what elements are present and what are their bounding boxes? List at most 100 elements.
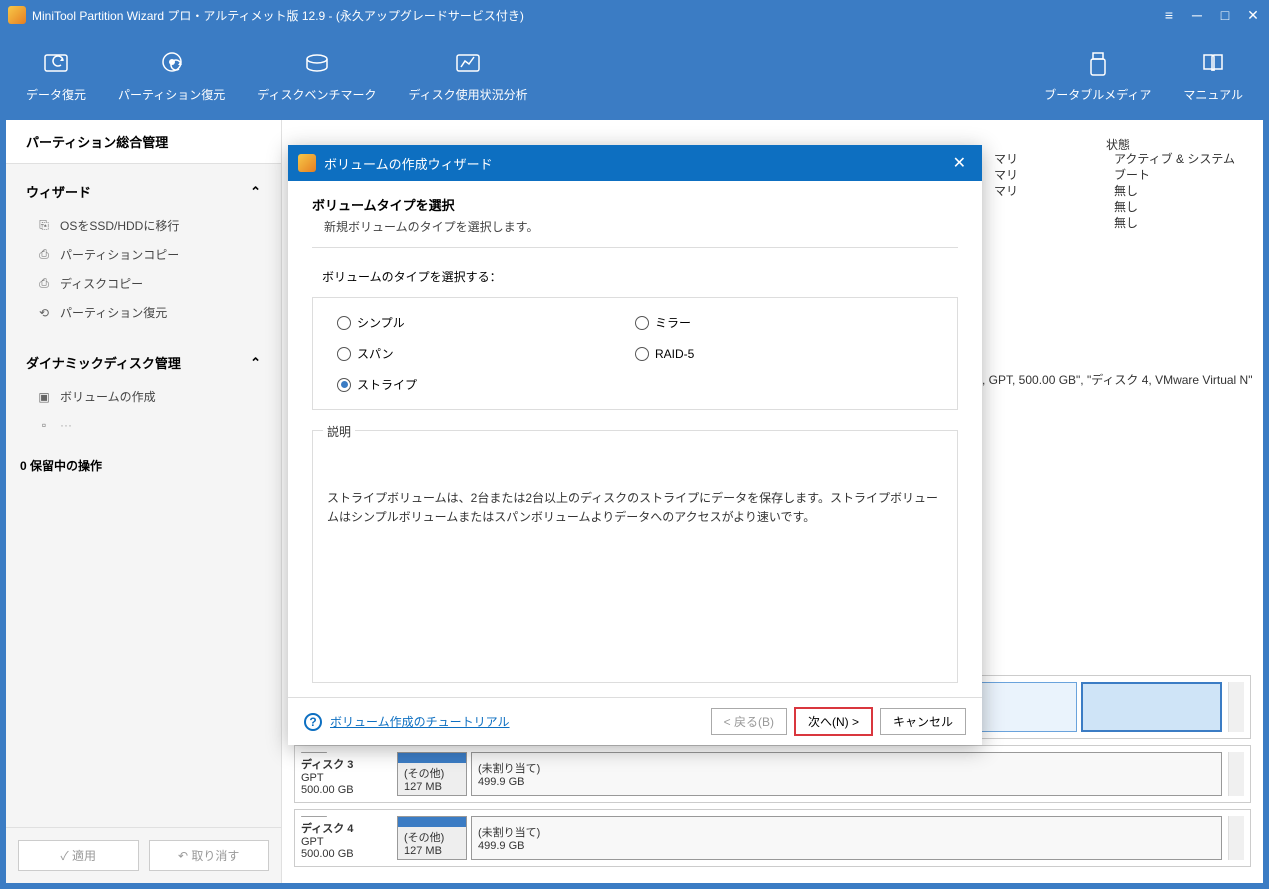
disk-card-4[interactable]: ディスク 4 GPT 500.00 GB (その他) 127 MB (未割り当て… bbox=[294, 809, 1251, 867]
wizard-title: ボリュームタイプを選択 bbox=[312, 195, 958, 214]
partition-label: (未割り当て) bbox=[478, 760, 1215, 776]
maximize-button[interactable]: □ bbox=[1217, 7, 1233, 23]
wizard-subtitle: 新規ボリュームのタイプを選択します。 bbox=[312, 218, 958, 235]
apply-button[interactable]: ✓ 適用 bbox=[18, 840, 139, 871]
radio-icon bbox=[635, 347, 649, 361]
migrate-icon: ⎘ bbox=[36, 218, 52, 234]
radio-span[interactable]: スパン bbox=[337, 345, 635, 362]
disk-type: GPT bbox=[301, 772, 391, 784]
scrollbar-vertical[interactable] bbox=[1228, 816, 1244, 860]
radio-icon-checked bbox=[337, 378, 351, 392]
tool-label: ディスク使用状況分析 bbox=[408, 86, 527, 103]
scrollbar-vertical[interactable] bbox=[1228, 682, 1244, 732]
radio-label: シンプル bbox=[357, 314, 405, 331]
partition-recovery-icon bbox=[156, 48, 188, 80]
radio-mirror[interactable]: ミラー bbox=[635, 314, 933, 331]
back-button[interactable]: < 戻る(B) bbox=[711, 708, 787, 735]
tab-partition-management[interactable]: パーティション総合管理 bbox=[6, 120, 281, 164]
disk-info-fragment: , GPT, 500.00 GB", "ディスク 4, VMware Virtu… bbox=[982, 365, 1252, 394]
dynamic-disk-section: ダイナミックディスク管理 ⌃ ▣ ボリュームの作成 ▫ ··· bbox=[6, 335, 281, 447]
partition-size: 127 MB bbox=[404, 845, 460, 857]
data-recovery-button[interactable]: データ復元 bbox=[10, 42, 102, 109]
radio-icon bbox=[337, 347, 351, 361]
cell-status: 無し bbox=[1114, 214, 1138, 231]
sidebar-item-label: パーティション復元 bbox=[60, 304, 167, 321]
next-button[interactable]: 次へ(N) > bbox=[795, 708, 872, 735]
radio-raid5[interactable]: RAID-5 bbox=[635, 345, 933, 362]
radio-label: ストライプ bbox=[357, 376, 417, 393]
disk-usage-button[interactable]: ディスク使用状況分析 bbox=[392, 42, 543, 109]
cancel-button[interactable]: キャンセル bbox=[880, 708, 966, 735]
disk-card-3[interactable]: ディスク 3 GPT 500.00 GB (その他) 127 MB (未割り当て… bbox=[294, 745, 1251, 803]
sidebar: パーティション総合管理 ウィザード ⌃ ⎘ OSをSSD/HDDに移行 ⎙ パー… bbox=[6, 120, 282, 883]
description-legend: 説明 bbox=[323, 425, 355, 439]
modal-footer: ? ボリューム作成のチュートリアル < 戻る(B) 次へ(N) > キャンセル bbox=[288, 697, 982, 745]
sidebar-item-label: ディスクコピー bbox=[60, 275, 143, 292]
radio-label: スパン bbox=[357, 345, 394, 362]
disk-benchmark-button[interactable]: ディスクベンチマーク bbox=[241, 42, 392, 109]
wizard-section-header[interactable]: ウィザード ⌃ bbox=[6, 172, 281, 211]
app-icon bbox=[8, 6, 26, 24]
chevron-up-icon: ⌃ bbox=[250, 355, 261, 371]
manual-button[interactable]: マニュアル bbox=[1167, 42, 1259, 109]
copy-icon: ⎙ bbox=[36, 247, 52, 263]
section-title-label: ダイナミックディスク管理 bbox=[26, 353, 181, 372]
scrollbar-vertical[interactable] bbox=[1228, 752, 1244, 796]
disk-size: 500.00 GB bbox=[301, 848, 391, 860]
partition-label: (未割り当て) bbox=[478, 824, 1215, 840]
book-icon bbox=[1197, 48, 1229, 80]
partition-block-unallocated[interactable]: (未割り当て) 499.9 GB bbox=[471, 816, 1222, 860]
disk-name: ディスク 4 bbox=[301, 820, 391, 836]
menu-icon[interactable]: ≡ bbox=[1161, 7, 1177, 23]
radio-stripe[interactable]: ストライプ bbox=[337, 376, 635, 393]
description-group: 説明 ストライプボリュームは、2台または2台以上のディスクのストライプにデータを… bbox=[312, 430, 958, 683]
disk-benchmark-icon bbox=[301, 48, 333, 80]
partition-block-selected[interactable] bbox=[1081, 682, 1222, 732]
sidebar-item-truncated[interactable]: ▫ ··· bbox=[6, 411, 281, 439]
recovery-icon: ⟲ bbox=[36, 305, 52, 321]
sidebar-item-migrate-os[interactable]: ⎘ OSをSSD/HDDに移行 bbox=[6, 211, 281, 240]
volume-type-radio-group: シンプル ミラー スパン RAID-5 bbox=[312, 297, 958, 410]
partition-block-other[interactable]: (その他) 127 MB bbox=[397, 752, 467, 796]
help-icon[interactable]: ? bbox=[304, 713, 322, 731]
tool-label: ディスクベンチマーク bbox=[257, 86, 376, 103]
radio-label: RAID-5 bbox=[655, 347, 694, 361]
disk-icon bbox=[301, 752, 327, 753]
sidebar-item-label: ボリュームの作成 bbox=[60, 388, 156, 405]
wizard-header: ボリュームタイプを選択 新規ボリュームのタイプを選択します。 bbox=[312, 195, 958, 248]
table-header: 状態 bbox=[294, 130, 1251, 142]
disk-copy-icon: ⎙ bbox=[36, 276, 52, 292]
partition-block-unallocated[interactable]: (未割り当て) 499.9 GB bbox=[471, 752, 1222, 796]
modal-title: ボリュームの作成ウィザード bbox=[324, 154, 947, 173]
sidebar-item-create-volume[interactable]: ▣ ボリュームの作成 bbox=[6, 382, 281, 411]
sidebar-item-label: ··· bbox=[60, 418, 72, 432]
partition-block-other[interactable]: (その他) 127 MB bbox=[397, 816, 467, 860]
disk-usage-icon bbox=[452, 48, 484, 80]
sidebar-item-partition-copy[interactable]: ⎙ パーティションコピー bbox=[6, 240, 281, 269]
disk-type: GPT bbox=[301, 836, 391, 848]
modal-close-button[interactable]: ✕ bbox=[947, 151, 972, 175]
bootable-media-button[interactable]: ブータブルメディア bbox=[1028, 42, 1167, 109]
disk-size: 500.00 GB bbox=[301, 784, 391, 796]
radio-icon bbox=[337, 316, 351, 330]
partition-recovery-button[interactable]: パーティション復元 bbox=[102, 42, 241, 109]
partition-label: (その他) bbox=[404, 829, 460, 845]
close-button[interactable]: ✕ bbox=[1245, 7, 1261, 23]
undo-button[interactable]: ↶ 取り消す bbox=[149, 840, 270, 871]
partition-size: 127 MB bbox=[404, 781, 460, 793]
window-controls: ≡ ─ □ ✕ bbox=[1161, 7, 1261, 23]
app-icon bbox=[298, 154, 316, 172]
modal-body: ボリュームタイプを選択 新規ボリュームのタイプを選択します。 ボリュームのタイプ… bbox=[288, 181, 982, 697]
description-text: ストライプボリュームは、2台または2台以上のディスクのストライプにデータを保存し… bbox=[327, 489, 943, 527]
window-title: MiniTool Partition Wizard プロ・アルティメット版 12… bbox=[32, 7, 1161, 24]
sidebar-item-partition-recovery[interactable]: ⟲ パーティション復元 bbox=[6, 298, 281, 327]
tutorial-link[interactable]: ボリューム作成のチュートリアル bbox=[330, 713, 510, 730]
tool-label: データ復元 bbox=[26, 86, 86, 103]
minimize-button[interactable]: ─ bbox=[1189, 7, 1205, 23]
tool-label: ブータブルメディア bbox=[1044, 86, 1151, 103]
dynamic-section-header[interactable]: ダイナミックディスク管理 ⌃ bbox=[6, 343, 281, 382]
radio-simple[interactable]: シンプル bbox=[337, 314, 635, 331]
sidebar-item-disk-copy[interactable]: ⎙ ディスクコピー bbox=[6, 269, 281, 298]
toolbar: データ復元 パーティション復元 ディスクベンチマーク ディスク使用状況分析 ブー… bbox=[0, 30, 1269, 120]
radio-empty bbox=[635, 376, 933, 393]
